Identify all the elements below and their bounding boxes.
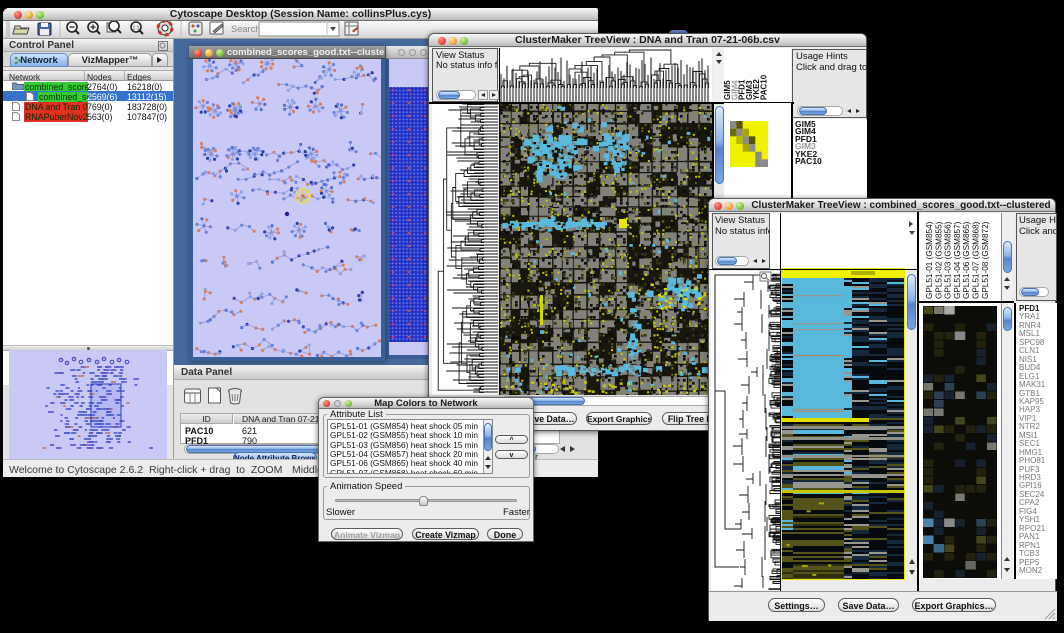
svg-text:GPL51-06 (GSM865): GPL51-06 (GSM865) [962,221,971,299]
svg-text:GPL51-03 (GSM856): GPL51-03 (GSM856) [944,221,953,299]
svg-text:GPL51-08 (GSM872): GPL51-08 (GSM872) [981,221,990,299]
svg-text:GPL51-04 (GSM857): GPL51-04 (GSM857) [953,221,962,299]
svg-text:1:1: 1:1 [133,26,140,32]
svg-text:Search:: Search: [231,24,263,34]
svg-text:GPL51-02 (GSM855): GPL51-02 (GSM855) [934,221,943,299]
svg-text:PAC10: PAC10 [760,74,769,100]
svg-text:GPL51-01 (GSM854): GPL51-01 (GSM854) [925,221,934,299]
svg-text:GPL51-07 (GSM868): GPL51-07 (GSM868) [972,221,981,299]
